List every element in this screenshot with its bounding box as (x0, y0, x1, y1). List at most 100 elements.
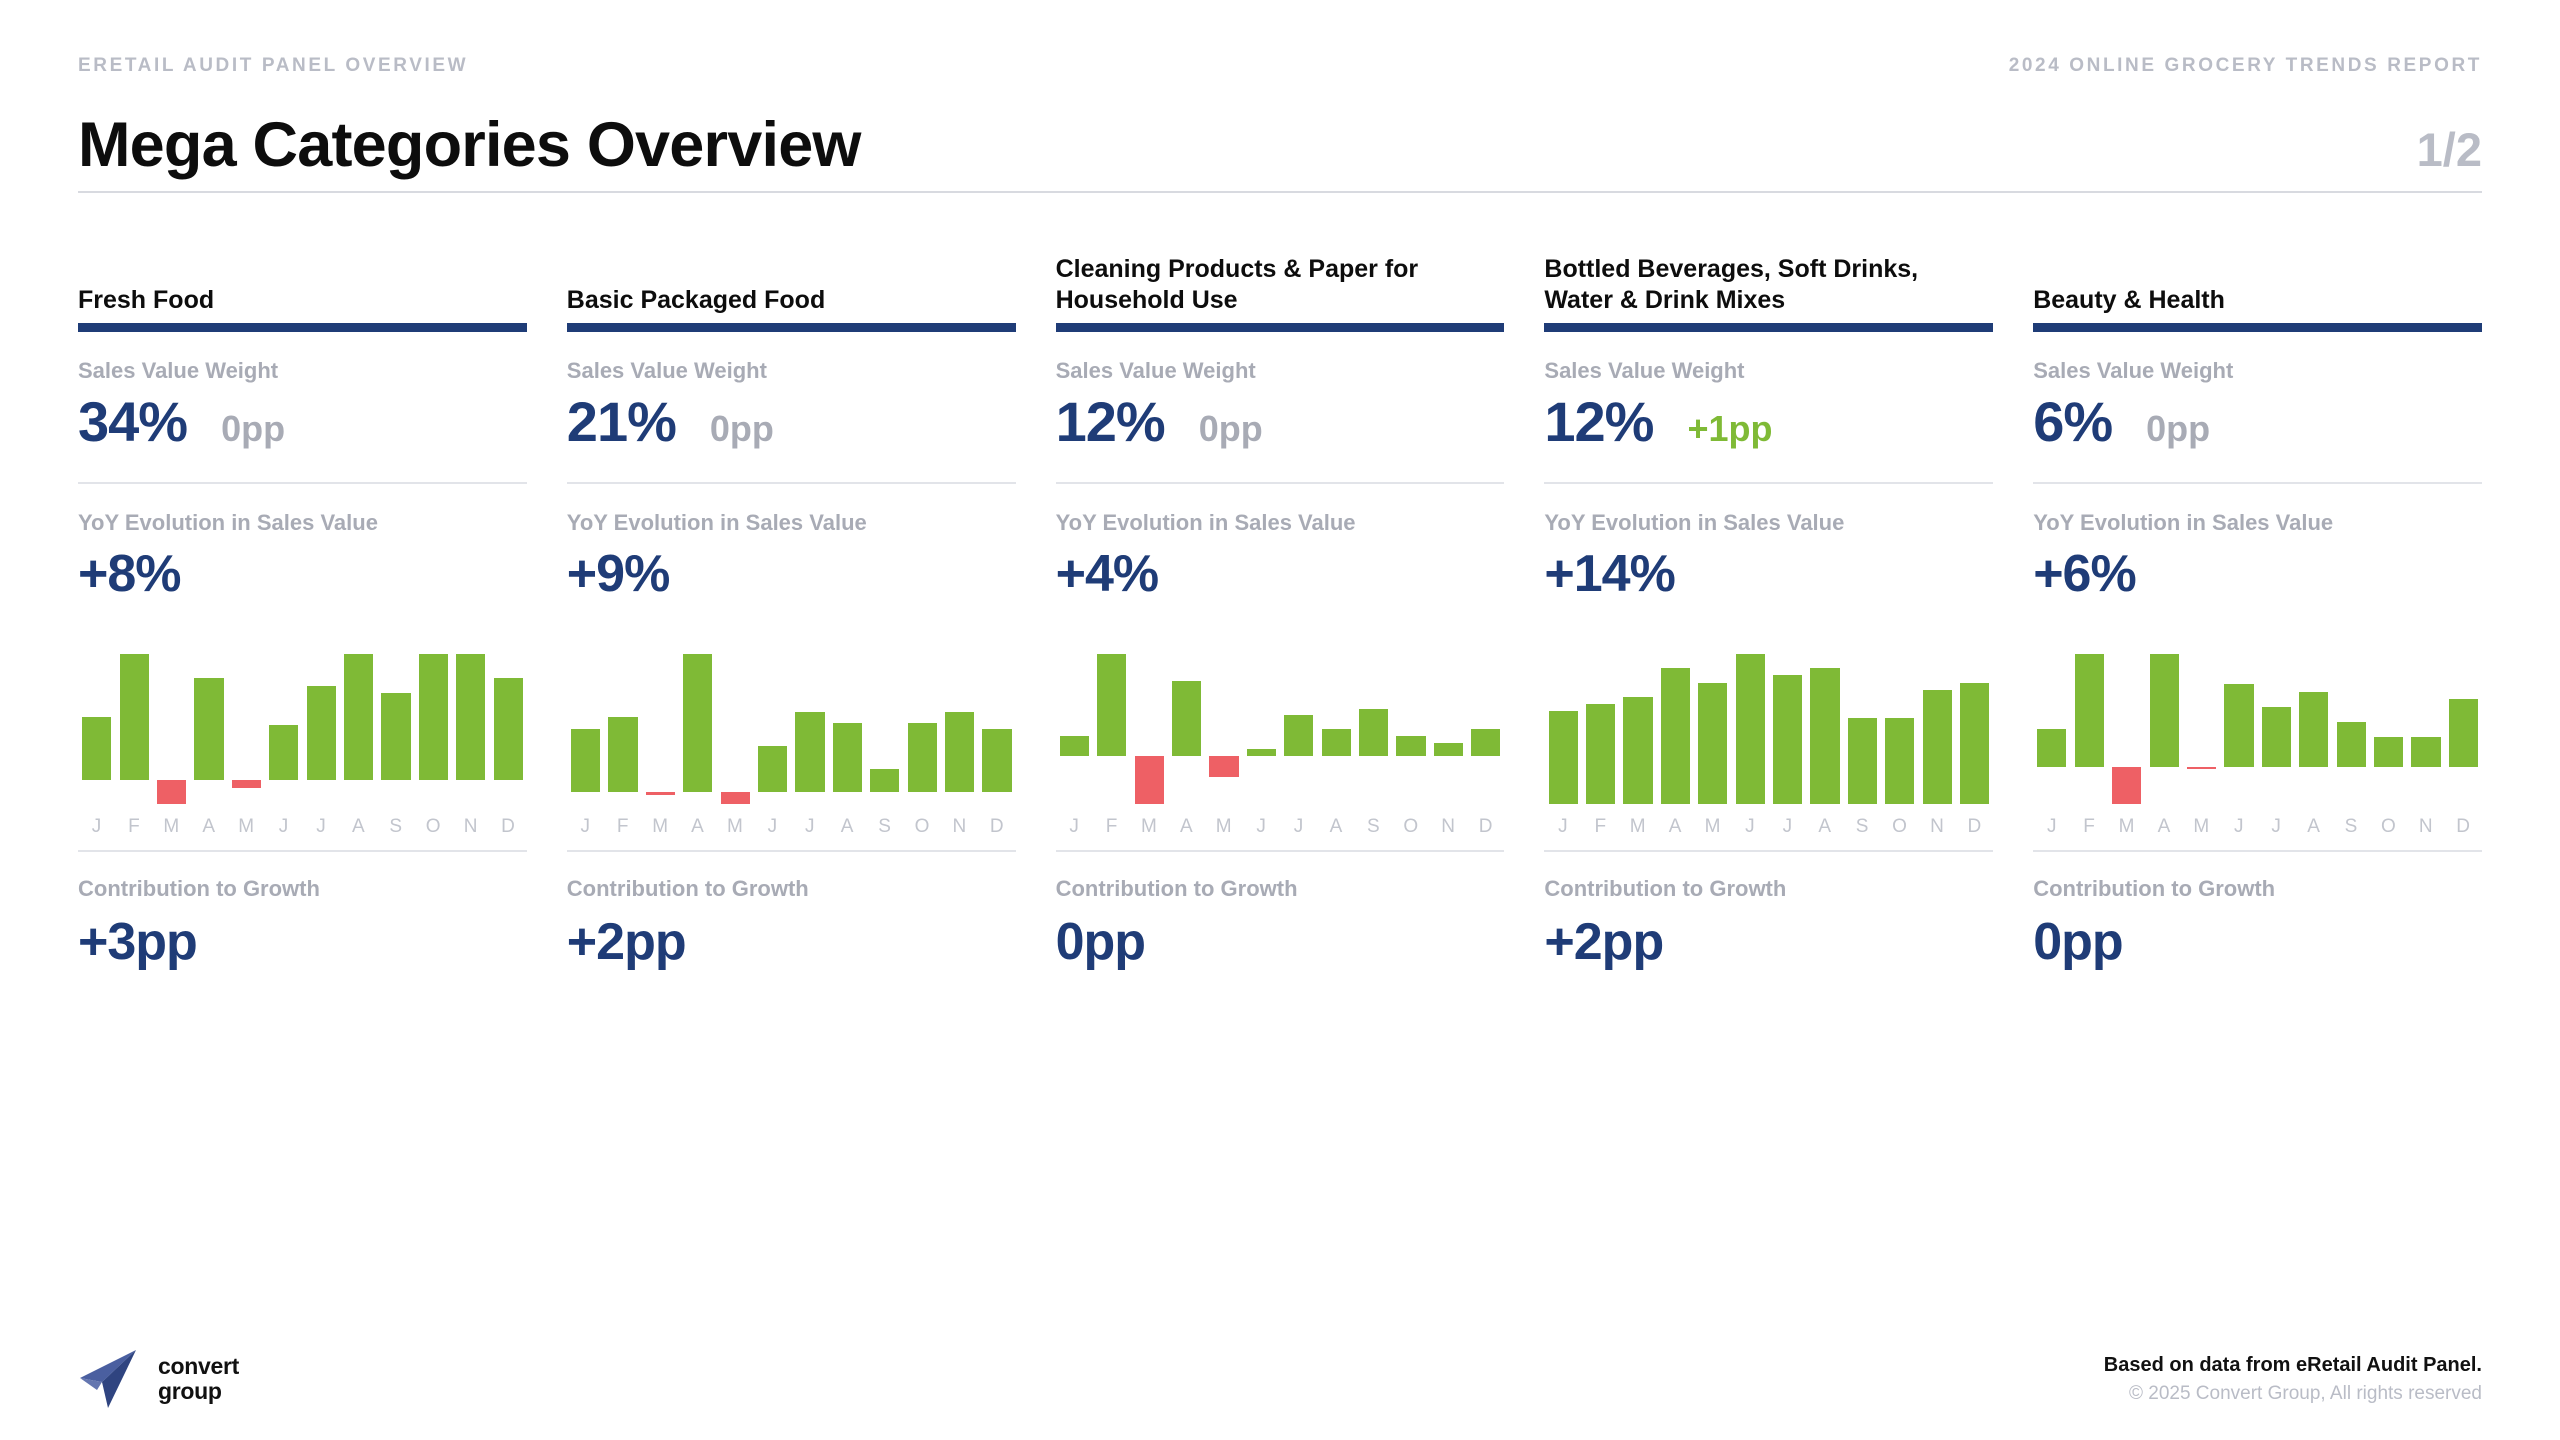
chart-bar-f-1 (608, 717, 638, 793)
contribution-value: +2pp (1544, 913, 1664, 971)
month-label: N (1930, 816, 1945, 837)
bar-slot (2145, 654, 2182, 804)
category-card-2[interactable]: Basic Packaged Food Sales Value Weight 21%… (566, 253, 1016, 968)
contribution-value: 0pp (1055, 913, 1146, 971)
bar-slot (1243, 654, 1280, 804)
footer-notes: Based on data from eRetail Audit Panel. … (2104, 1350, 2482, 1409)
bar-slot (2108, 654, 2145, 804)
month-label: M (1215, 816, 1233, 837)
month-label: F (616, 816, 629, 837)
chart-bar-a-7 (1810, 668, 1840, 804)
bar-slot (1467, 654, 1504, 804)
page-title: Mega Categories Overview (78, 110, 861, 180)
bar-slot (829, 654, 866, 804)
bar-slot (2295, 654, 2332, 804)
month-label: J (1782, 816, 1793, 837)
month-label: A (2157, 816, 2171, 837)
bar-slot (1619, 654, 1656, 804)
bar-slot (78, 654, 115, 804)
contribution-value: 0pp (2033, 913, 2123, 971)
bar-slot (1093, 654, 1130, 804)
sales-value-weight-label: Sales Value Weight (566, 358, 767, 383)
category-card-5[interactable]: Beauty & Health Sales Value Weight 6% 0pp Yo… (2033, 253, 2482, 968)
bar-slot (2407, 654, 2444, 804)
bar-slot (452, 654, 489, 804)
card-accent-rule (2033, 323, 2482, 332)
bar-slot (866, 654, 903, 804)
slide-header: ERETAIL AUDIT PANEL OVERVIEW 2024 ONLINE… (78, 0, 2482, 77)
contribution-label: Contribution to Growth (1055, 876, 1298, 901)
month-label: O (914, 816, 930, 837)
month-label: J (1256, 816, 1267, 837)
chart-bar-d-11 (1959, 682, 1990, 804)
month-label: J (1745, 816, 1756, 837)
bar-slot (1657, 654, 1694, 804)
month-label: F (1594, 816, 1607, 837)
bar-slot (1694, 654, 1731, 804)
bar-slot (2033, 654, 2070, 804)
yoy-evolution-label: YoY Evolution in Sales Value (78, 510, 378, 535)
category-card-3[interactable]: Cleaning Products & Paper for Household … (1055, 253, 1505, 971)
chart-plot-area (78, 654, 527, 804)
chart-bar-j-6 (1772, 675, 1803, 804)
sales-value-weight-value: 12% (1055, 390, 1166, 453)
contribution-value: +3pp (78, 913, 198, 971)
yoy-evolution-value: +8% (78, 545, 182, 603)
bar-slot (754, 654, 791, 804)
divider (1055, 482, 1505, 484)
sales-value-weight-label: Sales Value Weight (1055, 358, 1256, 383)
month-label: J (767, 816, 778, 837)
sales-value-weight-value: 21% (566, 390, 677, 453)
chart-bar-m-4 (1698, 682, 1728, 804)
month-label: M (1629, 816, 1647, 837)
chart-bar-m-4 (231, 780, 261, 789)
chart-bar-f-1 (119, 654, 149, 781)
month-label: O (1403, 816, 1419, 837)
bar-slot (302, 654, 339, 804)
month-label: M (652, 816, 669, 837)
bar-slot (1582, 654, 1619, 804)
brand-logo: convert group (78, 1348, 239, 1410)
yoy-evolution-label: YoY Evolution in Sales Value (1055, 510, 1356, 535)
chart-bar-s-8 (2336, 721, 2366, 767)
month-label: J (91, 816, 102, 837)
monthly-yoy-chart: JFMAMJJASOND (1055, 654, 1505, 852)
bar-slot (265, 654, 302, 804)
chart-baseline-rule (2033, 850, 2482, 852)
month-label: D (989, 816, 1005, 837)
month-label: D (1478, 816, 1493, 837)
chart-bar-j-6 (1284, 715, 1314, 757)
chart-bar-s-8 (870, 769, 900, 793)
chart-bar-j-5 (757, 746, 788, 793)
chart-bar-m-2 (645, 792, 675, 795)
month-label: F (128, 816, 141, 837)
chart-bar-a-7 (343, 654, 374, 781)
chart-plot-area (1544, 654, 1993, 804)
category-card-4[interactable]: Bottled Beverages, Soft Drinks, Water & … (1544, 253, 1994, 971)
bar-slot (1769, 654, 1806, 804)
bar-slot (2445, 654, 2482, 804)
month-label: J (1558, 816, 1569, 837)
card-title: Beauty & Health (2033, 285, 2225, 314)
category-card-1[interactable]: Fresh Food Sales Value Weight 34% 0pp YoY Ev… (78, 253, 527, 968)
month-label: A (840, 816, 854, 837)
chart-bar-o-9 (907, 723, 937, 793)
sales-value-weight-row: 21% 0pp (567, 394, 1016, 456)
month-label: J (2046, 816, 2057, 837)
bar-slot (1881, 654, 1918, 804)
bar-slot (1205, 654, 1242, 804)
chart-baseline-rule (1544, 850, 1994, 852)
bar-slot (1806, 654, 1843, 804)
chart-plot-area (1056, 654, 1505, 804)
month-label: A (1179, 816, 1194, 837)
month-label: S (389, 816, 403, 837)
chart-bar-j-0 (82, 717, 112, 781)
bar-slot (567, 654, 604, 804)
chart-bar-a-3 (683, 654, 713, 793)
month-label: N (952, 816, 967, 837)
bar-slot (190, 654, 227, 804)
month-label: N (463, 816, 478, 837)
chart-month-axis: JFMAMJJASOND (1056, 816, 1505, 838)
chart-bar-j-5 (2224, 684, 2254, 767)
month-label: J (2233, 816, 2244, 837)
